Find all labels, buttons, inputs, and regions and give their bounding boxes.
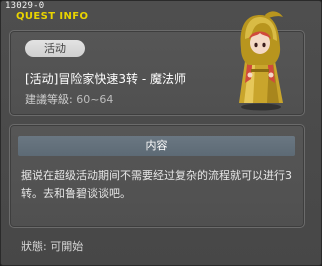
quest-type-tag: 活动 [25, 40, 85, 57]
quest-status: 狀態: 可開始 [21, 238, 83, 254]
quest-name: [活动]冒险家快速3转 - 魔法师 [25, 72, 186, 86]
level-value: 60~64 [76, 93, 114, 106]
status-label: 狀態: [21, 240, 47, 253]
window-id: 13029-0 [5, 1, 45, 11]
status-value: 可開始 [50, 240, 84, 253]
hooded-mage-npc-icon [239, 11, 283, 111]
window-title: QUEST INFO [16, 11, 89, 22]
quest-info-window: 13029-0 QUEST INFO 活动 [活动]冒险家快速3转 - 魔法师 … [0, 0, 322, 266]
quest-description-panel: 内容 据说在超级活动期间不需要经过复杂的流程就可以进行3转。去和鲁碧谈谈吧。 [9, 124, 305, 228]
description-header: 内容 [18, 136, 295, 156]
description-text: 据说在超级活动期间不需要经过复杂的流程就可以进行3转。去和鲁碧谈谈吧。 [21, 169, 292, 200]
level-requirement: 建議等級: 60~64 [25, 91, 113, 107]
level-label: 建議等級: [25, 93, 73, 106]
